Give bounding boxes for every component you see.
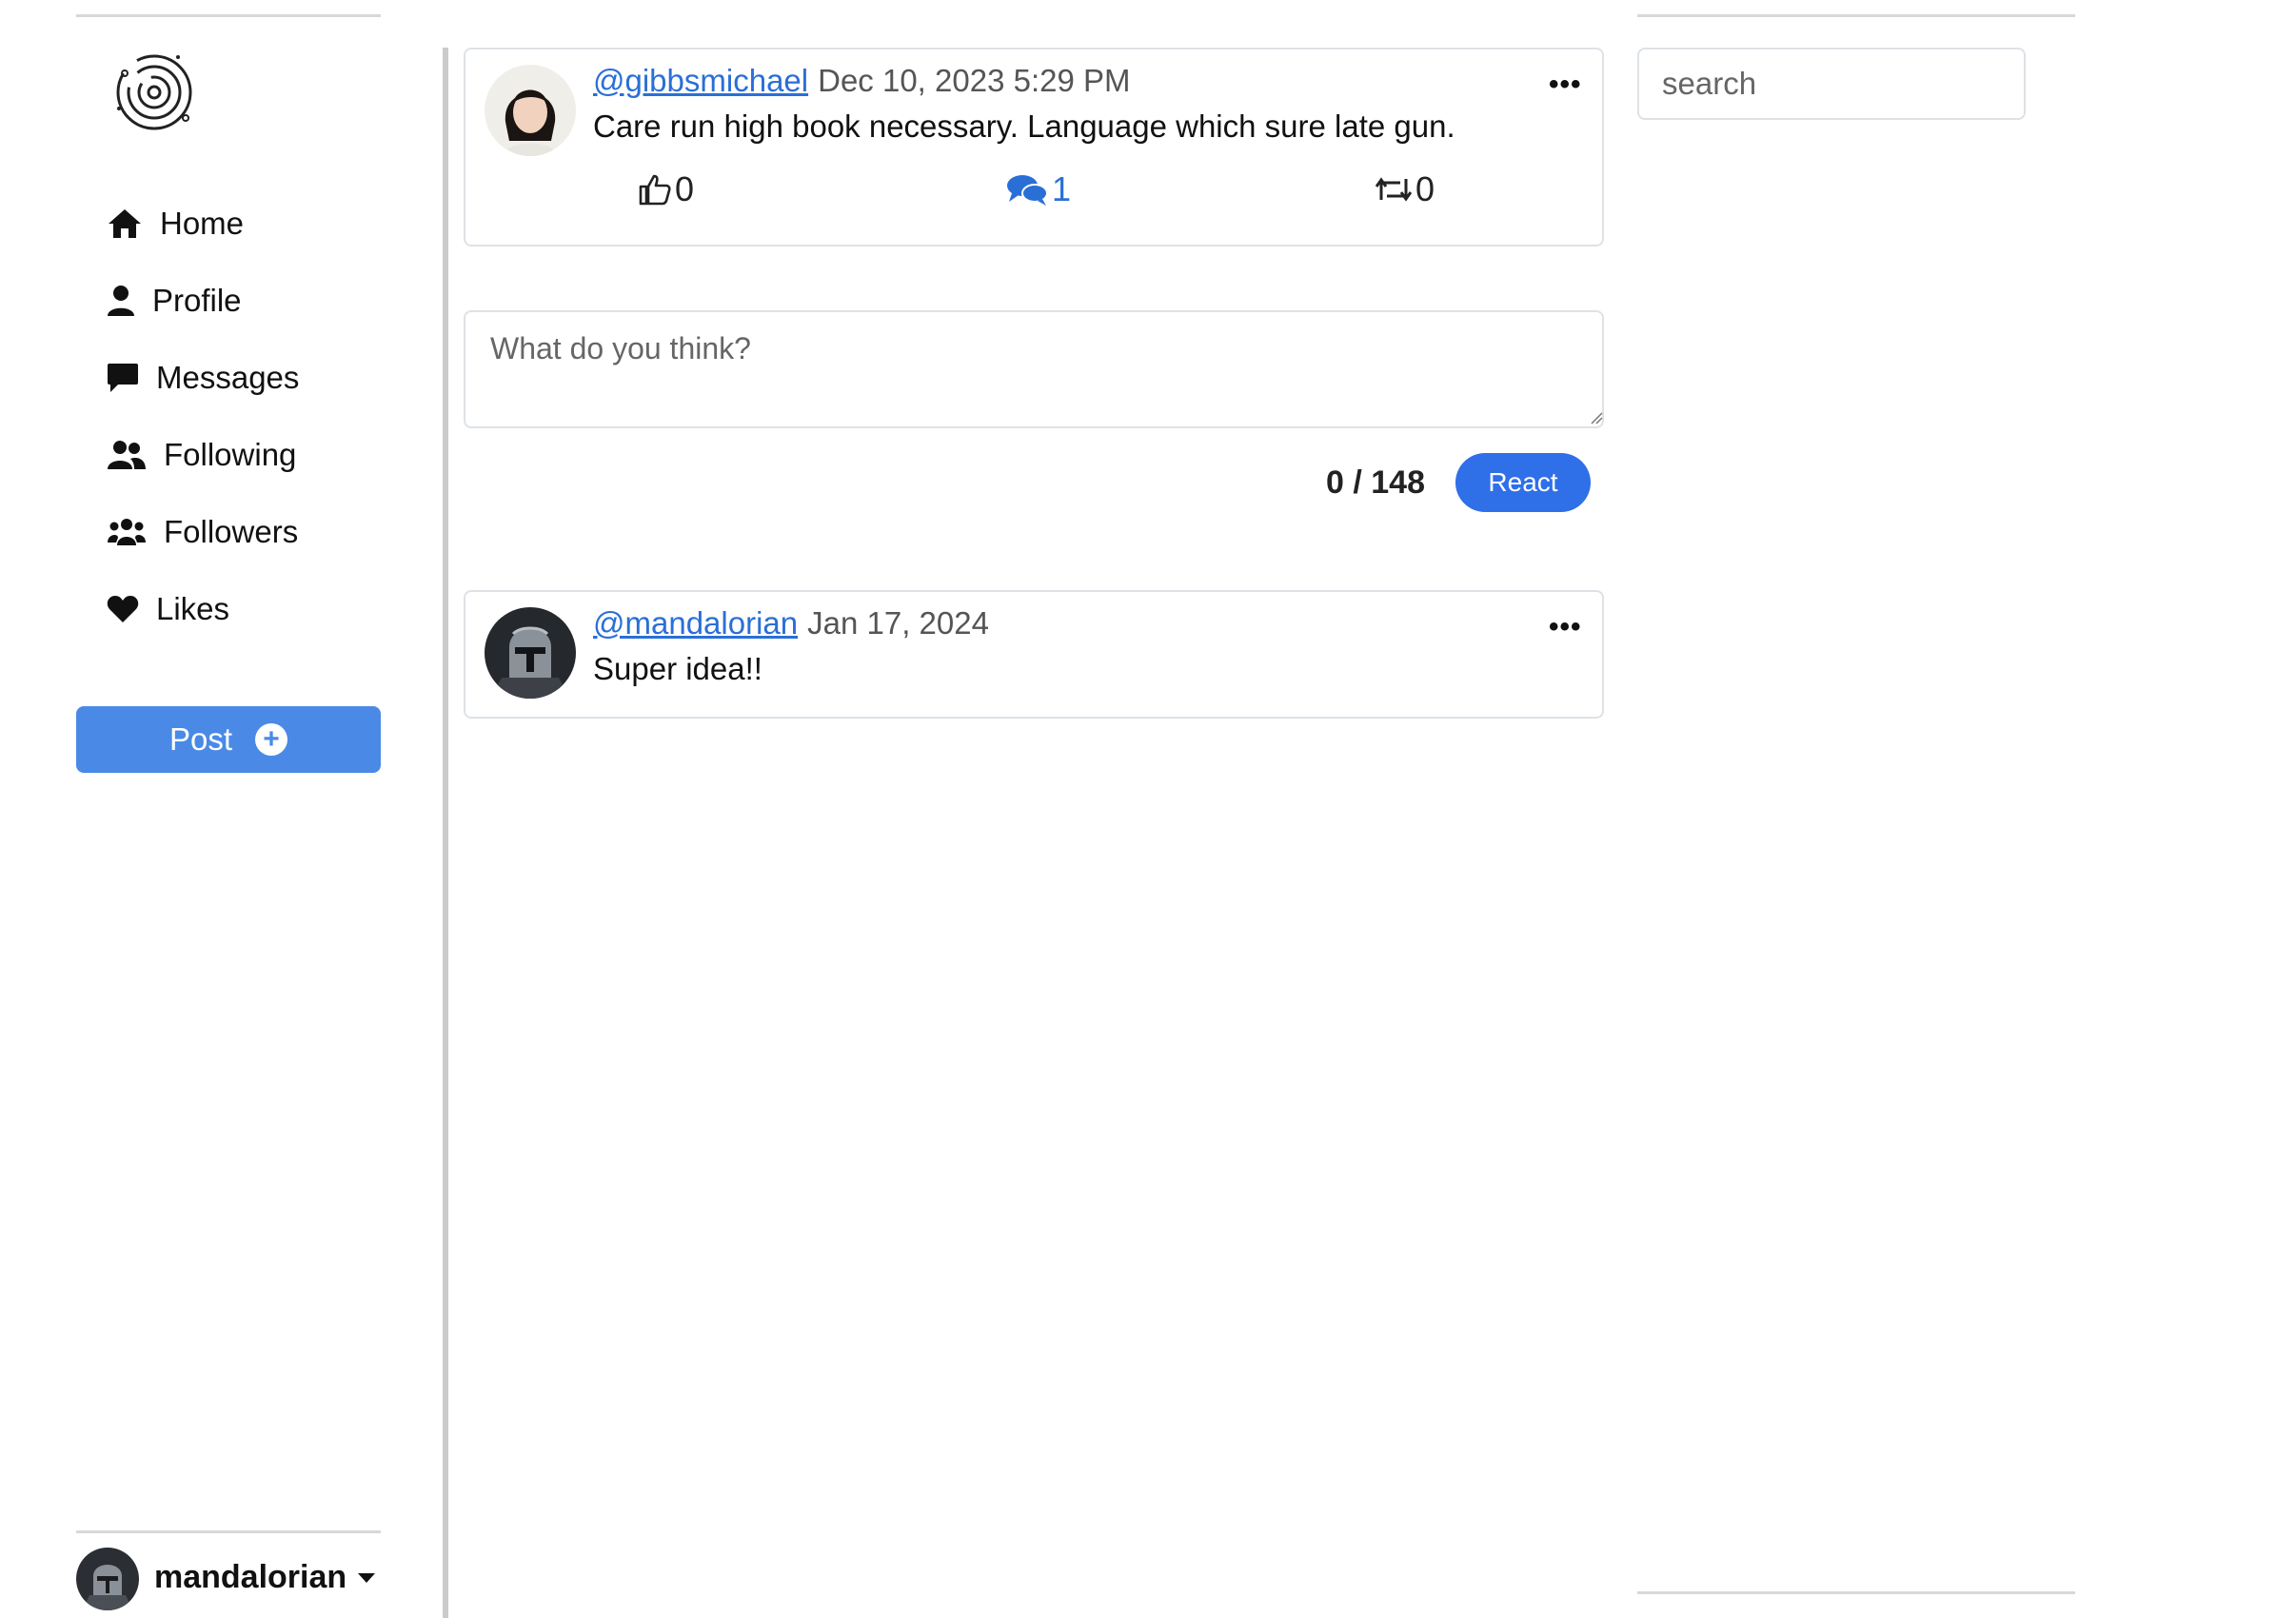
more-options-icon[interactable]: ••• [1549,69,1582,101]
reply-meta: @mandalorian Jan 17, 2024 [593,605,989,641]
following-icon [107,439,147,471]
sidebar-item-following[interactable]: Following [107,437,296,473]
repost-count: 0 [1415,169,1435,208]
user-menu[interactable]: mandalorian [154,1559,376,1596]
post-text: Care run high book necessary. Language w… [593,109,1455,144]
more-options-icon[interactable]: ••• [1549,611,1582,643]
comment-count: 1 [1052,169,1072,208]
post-button[interactable]: Post + [76,706,381,773]
resize-handle-icon[interactable] [1590,411,1603,424]
like-button[interactable]: 0 [639,169,694,209]
caret-down-icon [358,1572,376,1583]
reply-date: Jan 17, 2024 [807,605,989,641]
comment-button[interactable]: 1 [1006,169,1071,209]
plus-circle-icon: + [255,723,288,756]
sidebar-item-messages[interactable]: Messages [107,360,299,396]
home-icon [107,207,143,240]
sidebar-item-likes[interactable]: Likes [107,591,229,627]
post-card: @gibbsmichael Dec 10, 2023 5:29 PM Care r… [464,48,1604,247]
thumbs-up-icon [639,174,671,206]
like-count: 0 [675,169,695,208]
sidebar-item-label: Profile [152,283,242,318]
author-handle-link[interactable]: @mandalorian [593,605,798,641]
avatar[interactable] [485,607,576,699]
top-divider-right [1637,14,2075,17]
comments-icon [1007,175,1048,206]
author-handle-link[interactable]: @gibbsmichael [593,63,808,98]
reply-text: Super idea!! [593,651,762,686]
logo-icon[interactable] [111,49,197,135]
user-name: mandalorian [154,1559,347,1595]
search-input[interactable] [1637,48,2026,120]
sidebar-item-label: Messages [156,360,300,395]
sidebar-item-label: Following [164,437,297,472]
post-date: Dec 10, 2023 5:29 PM [818,63,1131,98]
sidebar-item-followers[interactable]: Followers [107,514,298,550]
character-counter: 0 / 148 [1326,464,1425,501]
reply-textarea[interactable] [464,310,1604,428]
sidebar-item-home[interactable]: Home [107,206,244,242]
post-button-label: Post [168,721,233,757]
sidebar-footer-divider [76,1530,381,1533]
sidebar-divider [443,48,448,1618]
top-divider-left [76,14,381,17]
avatar[interactable] [76,1548,139,1610]
heart-icon [107,594,139,624]
right-bottom-divider [1637,1591,2075,1594]
avatar[interactable] [485,65,576,156]
repost-icon [1376,177,1412,202]
sidebar-item-profile[interactable]: Profile [107,283,242,319]
followers-icon [107,516,147,548]
person-icon [107,285,135,317]
react-button[interactable]: React [1455,453,1591,512]
message-icon [107,362,139,394]
reply-card: @mandalorian Jan 17, 2024 Super idea!! ••… [464,590,1604,719]
post-meta: @gibbsmichael Dec 10, 2023 5:29 PM [593,63,1130,99]
sidebar-item-label: Followers [164,514,299,549]
sidebar-item-label: Likes [156,591,230,626]
repost-button[interactable]: 0 [1376,169,1435,209]
sidebar-item-label: Home [160,206,245,241]
